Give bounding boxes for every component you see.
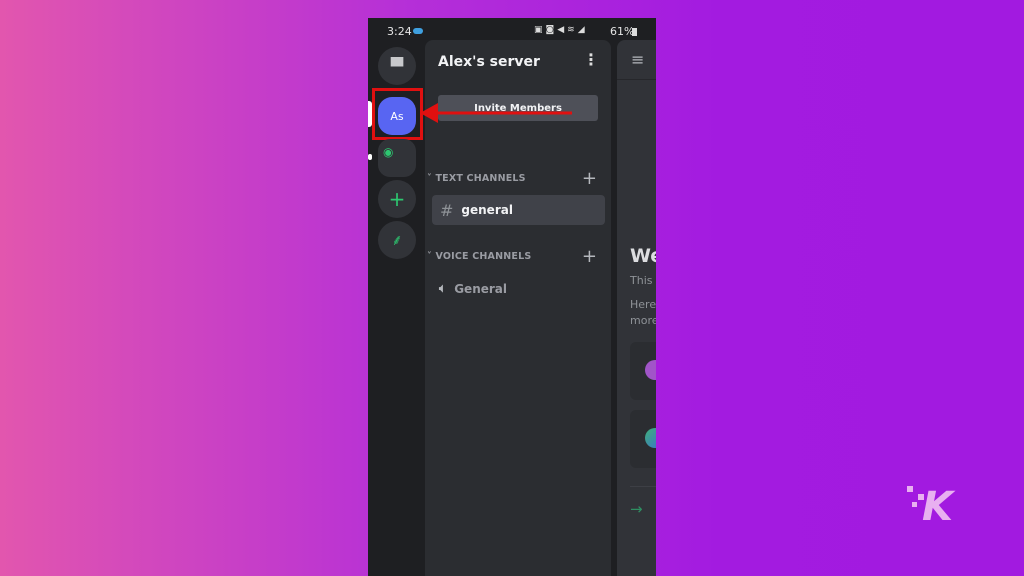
logo-dot [912, 502, 917, 507]
unread-pill [368, 154, 372, 160]
hash-icon: # [440, 200, 454, 220]
logo-letter: K [922, 484, 953, 530]
category-label: ˅ VOICE CHANNELS [427, 251, 532, 262]
more-options-icon[interactable]: ⋮ [583, 50, 599, 69]
phone-screen: 3:24 ▣◙◀≋◢ 61% ▀ As ◉ + ⸙ Alex's server … [368, 18, 656, 576]
hierarchy-icon: ⸙ [391, 231, 403, 249]
personalize-icon [645, 428, 656, 448]
voice-channel-general[interactable]: 🔈︎ General [439, 281, 507, 296]
watermark-logo: K [904, 484, 964, 536]
battery-icon [632, 28, 637, 36]
welcome-subtext: Here more [630, 298, 656, 327]
chat-panel: ≡ We This Heremore → [617, 40, 656, 576]
channel-general[interactable]: # general [432, 195, 605, 225]
personalize-card[interactable] [630, 410, 656, 468]
arrow-right-icon[interactable]: → [630, 500, 643, 518]
chat-header: ≡ [617, 40, 656, 80]
channel-name: general [461, 203, 513, 217]
logo-dot [907, 486, 913, 492]
category-text-channels[interactable]: ˅ TEXT CHANNELS + [427, 168, 597, 189]
add-channel-icon[interactable]: + [582, 168, 597, 189]
category-label: ˅ TEXT CHANNELS [427, 173, 526, 184]
chat-bubble-icon: ▀ [390, 56, 404, 76]
plus-icon: + [388, 187, 406, 211]
server-logo-icon: ◉ [383, 145, 394, 159]
status-icons: ▣◙◀≋◢ [534, 25, 588, 35]
channel-name: General [454, 281, 508, 296]
divider [630, 486, 656, 487]
server-icon-other[interactable]: ◉ [378, 139, 416, 177]
highlight-box [372, 88, 423, 140]
speaker-icon: 🔈︎ [439, 281, 447, 295]
welcome-heading: We [630, 245, 656, 267]
status-time: 3:24 [387, 25, 412, 38]
battery-percent: 61% [610, 25, 635, 38]
category-voice-channels[interactable]: ˅ VOICE CHANNELS + [427, 246, 597, 267]
add-channel-icon[interactable]: + [582, 246, 597, 267]
add-server-button[interactable]: + [378, 180, 416, 218]
explore-servers-button[interactable]: ⸙ [378, 221, 416, 259]
annotation-arrow [420, 103, 572, 123]
invite-card[interactable] [630, 342, 656, 400]
direct-messages-button[interactable]: ▀ [378, 47, 416, 85]
invite-icon [645, 360, 656, 380]
welcome-text: This [630, 274, 653, 287]
server-name[interactable]: Alex's server [438, 54, 540, 70]
hamburger-menu-icon[interactable]: ≡ [631, 50, 644, 69]
app-notification-icon [413, 28, 423, 34]
